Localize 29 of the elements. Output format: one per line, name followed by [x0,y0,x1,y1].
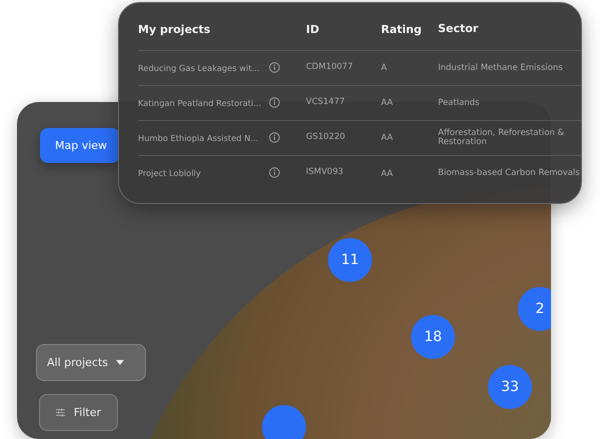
project-id: GS10220 [306,132,346,142]
caret-icon [116,360,124,365]
project-rating: AA [381,168,394,178]
project-id: VCS1477 [306,97,346,107]
project-rating: A [381,63,388,73]
project-id: ISMV093 [306,167,344,177]
project-sector: Afforestation, Reforestation & Restoration [438,129,566,147]
info-icon[interactable] [269,62,280,73]
project-sector: Industrial Methane Emissions [438,64,564,72]
filter-button[interactable]: Filter [39,394,118,431]
project-rating: AA [381,133,394,143]
info-icon[interactable] [269,132,280,143]
project-id: CDM10077 [306,62,354,72]
info-icon[interactable] [269,97,280,108]
sliders-icon [56,406,65,419]
project-sector: Peatlands [438,98,480,108]
project-sector: Biomass-based Carbon Removals [438,169,581,178]
project-name: Humbo Ethiopia Assisted N... [138,132,258,142]
project-name: Reducing Gas Leakages wit... [138,62,260,72]
project-name: Project Loblolly [138,168,201,178]
project-rating: AA [381,98,394,108]
info-icon[interactable] [269,167,280,178]
column-header: ID [306,23,320,36]
project-name: Katingan Peatland Restorati... [138,98,262,108]
column-header: Sector [438,23,480,35]
column-header: My projects [138,23,212,36]
column-header: Rating [381,23,423,36]
project-dropdown[interactable]: All projects [36,344,146,381]
map-view-button[interactable]: Map view [40,128,120,163]
